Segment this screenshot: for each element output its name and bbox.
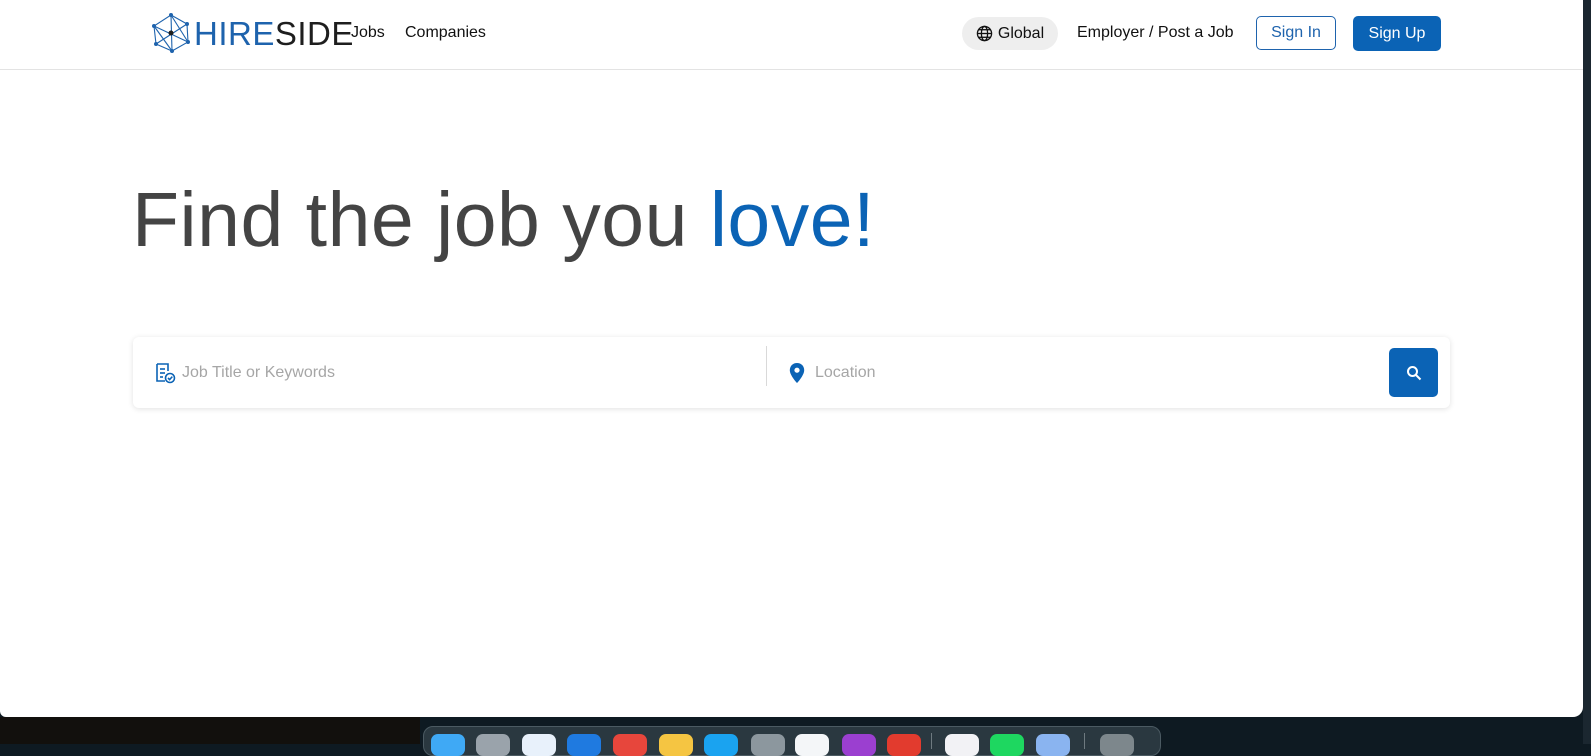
hero-heading: Find the job you love! <box>132 176 875 265</box>
safari-icon[interactable] <box>522 734 556 756</box>
job-search-bar <box>133 337 1450 408</box>
teams-icon[interactable] <box>945 734 979 756</box>
dock-separator <box>931 733 932 749</box>
search-icon <box>1406 365 1421 380</box>
chrome-icon[interactable] <box>887 734 921 756</box>
hero-heading-main: Find the job you <box>132 177 710 263</box>
macos-dock <box>423 726 1161 756</box>
dock-separator <box>1084 733 1085 749</box>
job-document-check-icon <box>156 362 176 383</box>
sign-in-button[interactable]: Sign In <box>1256 16 1336 50</box>
location-field[interactable] <box>788 337 1337 408</box>
sign-up-button[interactable]: Sign Up <box>1353 16 1441 51</box>
files-icon[interactable] <box>795 734 829 756</box>
nav-companies-link[interactable]: Companies <box>405 24 486 42</box>
preview-icon[interactable] <box>1036 734 1070 756</box>
spotify-icon[interactable] <box>990 734 1024 756</box>
search-button[interactable] <box>1389 348 1438 397</box>
job-title-input[interactable] <box>180 362 704 383</box>
app-store-icon[interactable] <box>704 734 738 756</box>
desktop-wallpaper <box>0 717 420 744</box>
network-logo-icon <box>152 13 190 53</box>
logo-hire-text: HIRE <box>194 14 275 52</box>
finder-icon[interactable] <box>431 734 465 756</box>
globe-icon <box>976 25 993 42</box>
hero-heading-accent: love! <box>709 177 875 263</box>
desktop-edge <box>1583 0 1591 744</box>
logo-side-text: SIDE <box>274 14 354 52</box>
launchpad-icon[interactable] <box>476 734 510 756</box>
system-settings-icon[interactable] <box>751 734 785 756</box>
search-divider <box>766 346 767 386</box>
trash-icon[interactable] <box>1100 734 1134 756</box>
podcasts-icon[interactable] <box>842 734 876 756</box>
global-label: Global <box>997 24 1045 42</box>
location-input[interactable] <box>813 362 1337 383</box>
hireside-logo[interactable]: HIRESIDE <box>150 12 354 54</box>
global-region-button[interactable]: Global <box>962 17 1058 50</box>
location-pin-icon <box>789 362 805 383</box>
notes-icon[interactable] <box>659 734 693 756</box>
logo-wordmark: HIRESIDE <box>194 17 354 50</box>
employer-post-job-link[interactable]: Employer / Post a Job <box>1077 24 1234 42</box>
nav-jobs-link[interactable]: Jobs <box>351 24 385 42</box>
job-title-field[interactable] <box>154 337 704 408</box>
mail-icon[interactable] <box>567 734 601 756</box>
site-header: HIRESIDE Jobs Companies Global Employer … <box>0 0 1583 70</box>
calendar-icon[interactable] <box>613 734 647 756</box>
browser-window: HIRESIDE Jobs Companies Global Employer … <box>0 0 1583 717</box>
